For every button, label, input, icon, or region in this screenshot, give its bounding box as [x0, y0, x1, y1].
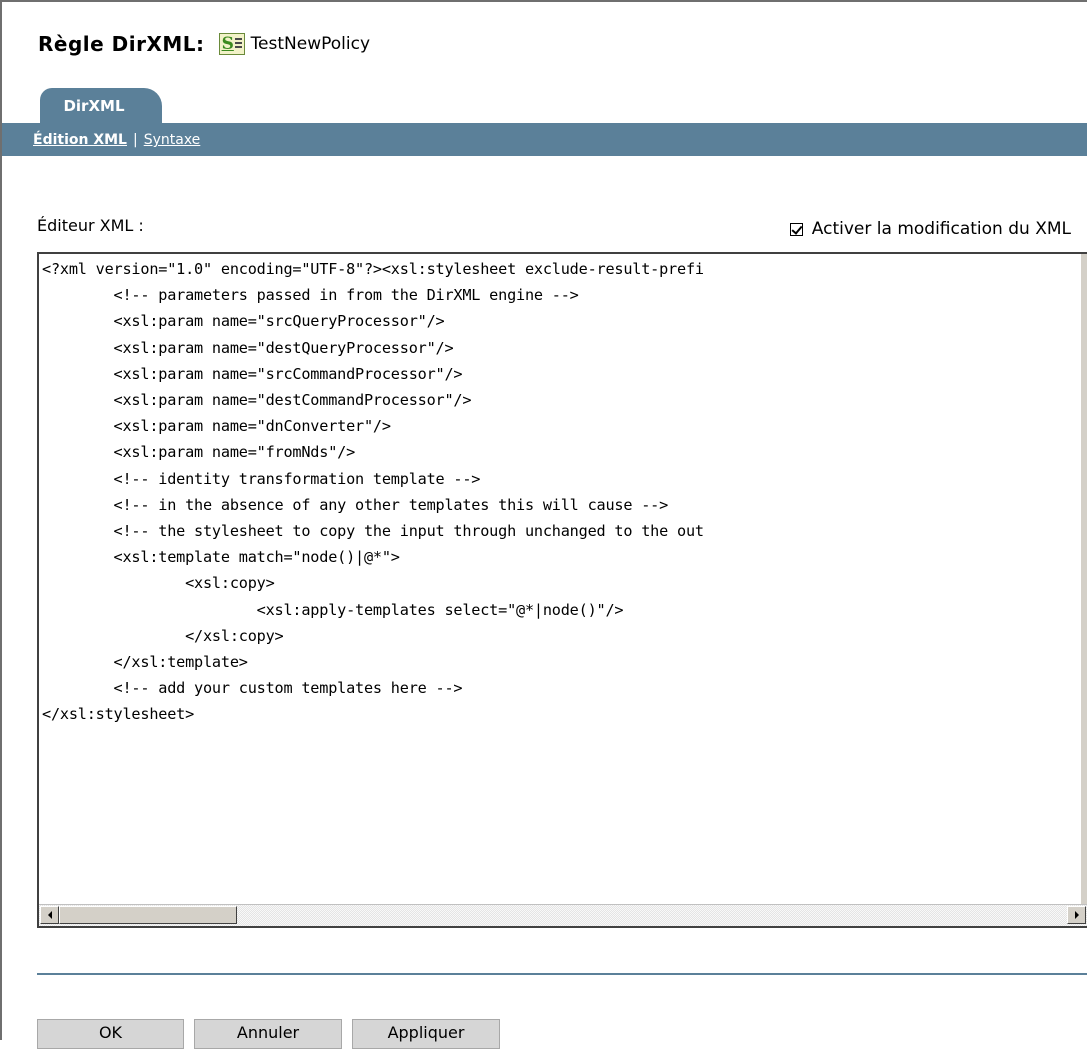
page-header: Règle DirXML: S TestNewPolicy — [38, 28, 370, 60]
tab-dirxml[interactable]: DirXML — [40, 88, 162, 124]
arrow-right-icon[interactable] — [1067, 906, 1086, 924]
page-title: Règle DirXML: — [38, 32, 205, 56]
xml-editor[interactable]: <?xml version="1.0" encoding="UTF-8"?><x… — [37, 252, 1087, 928]
horizontal-scrollbar[interactable] — [39, 904, 1087, 926]
enable-xml-label: Activer la modification du XML — [811, 219, 1071, 239]
ok-button[interactable]: OK — [37, 1019, 184, 1049]
vertical-scrollbar[interactable] — [1080, 254, 1087, 904]
scrollbar-thumb[interactable] — [59, 906, 237, 924]
arrow-left-icon[interactable] — [40, 906, 59, 924]
subnav-syntax-link[interactable]: Syntaxe — [144, 132, 201, 148]
subnav: Édition XML | Syntaxe — [33, 132, 200, 148]
policy-name: TestNewPolicy — [250, 34, 371, 54]
editor-label: Éditeur XML : — [37, 216, 144, 235]
cancel-button[interactable]: Annuler — [194, 1019, 342, 1049]
divider — [37, 973, 1087, 975]
subnav-separator: | — [132, 132, 138, 148]
enable-xml-edit[interactable]: Activer la modification du XML — [789, 219, 1071, 239]
enable-xml-checkbox[interactable] — [789, 222, 803, 236]
subnav-xml-edit[interactable]: Édition XML — [33, 132, 127, 148]
xml-code[interactable]: <?xml version="1.0" encoding="UTF-8"?><x… — [39, 254, 1087, 728]
apply-button[interactable]: Appliquer — [352, 1019, 500, 1049]
policy-sheet-icon: S — [218, 33, 245, 55]
